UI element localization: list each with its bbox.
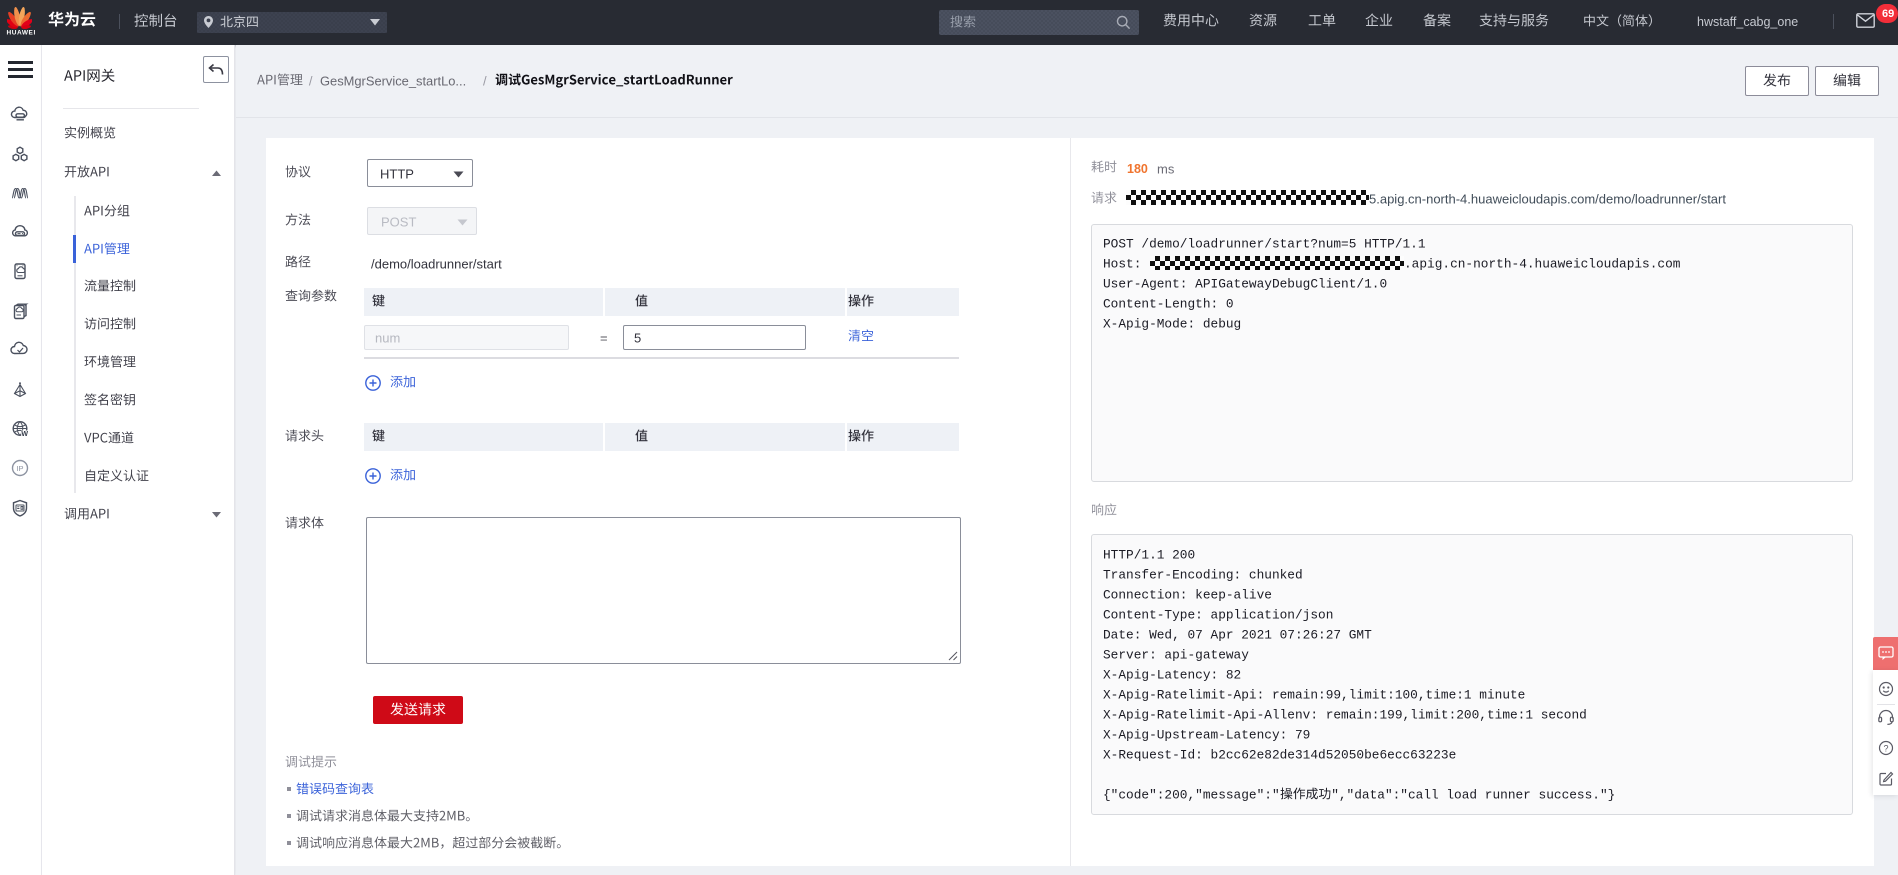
svg-text:IP: IP [16, 464, 23, 473]
svg-text:W: W [21, 431, 28, 438]
svg-text:?: ? [1883, 743, 1888, 753]
